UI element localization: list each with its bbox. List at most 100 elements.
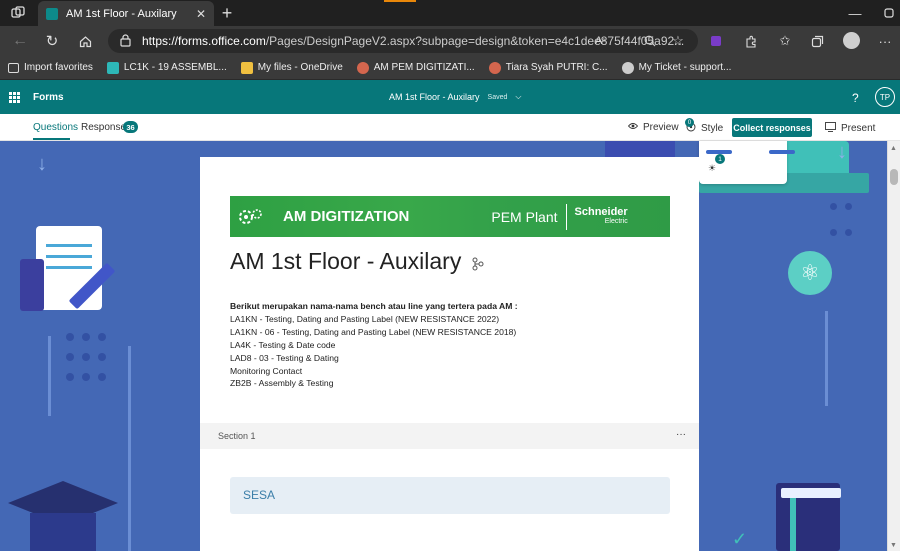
collect-responses-button[interactable]: Collect responses <box>732 118 812 137</box>
decor-dots <box>830 203 858 247</box>
workspaces-icon[interactable] <box>9 5 27 21</box>
window-accent <box>384 0 416 2</box>
tab-questions[interactable]: Questions <box>33 122 78 133</box>
favorite-item[interactable]: My files - OneDrive <box>240 61 343 74</box>
folder-icon <box>240 61 253 74</box>
monitor-icon <box>825 122 836 135</box>
document-shadow <box>20 259 44 311</box>
section-header[interactable]: Section 1 ··· <box>200 423 699 449</box>
browser-tab[interactable]: AM 1st Floor - Auxilary ✕ <box>38 1 214 26</box>
favorite-item[interactable]: AM PEM DIGITIZATI... <box>356 61 475 74</box>
chevron-decor-icon: ✓ <box>732 529 748 549</box>
lightbulb-icon[interactable]: ☀ <box>708 163 720 175</box>
favorite-item[interactable]: Import favorites <box>8 62 93 73</box>
favorites-bar: Import favorites LC1K - 19 ASSEMBL... My… <box>0 56 900 80</box>
eye-icon <box>627 122 639 133</box>
extensions-puzzle-icon[interactable] <box>742 32 760 50</box>
zoom-icon[interactable] <box>642 32 658 50</box>
banner-title: AM DIGITIZATION <box>283 208 410 225</box>
page-scrollbar[interactable]: ▲ ▼ <box>887 141 900 551</box>
decor-line <box>48 336 51 416</box>
app-launcher-icon[interactable] <box>9 92 20 103</box>
section-label: Section 1 <box>218 431 256 441</box>
decor-line <box>825 311 828 406</box>
browser-tab-bar: AM 1st Floor - Auxilary ✕ + — <box>0 0 900 26</box>
lock-icon <box>120 34 131 50</box>
present-button[interactable]: Present <box>825 122 875 135</box>
doc-title-group[interactable]: AM 1st Floor - Auxilary Saved ⌵ <box>389 92 521 102</box>
address-bar[interactable]: https://forms.office.com/Pages/DesignPag… <box>108 29 698 53</box>
favorite-label: LC1K - 19 ASSEMBL... <box>123 62 227 73</box>
favorite-label: My Ticket - support... <box>638 62 732 73</box>
forms-tab-icon <box>46 7 58 20</box>
question-title: SESA <box>243 488 276 502</box>
idea-badge: 1 <box>715 154 725 164</box>
home-icon[interactable] <box>76 32 94 50</box>
restore-icon[interactable] <box>880 4 898 22</box>
save-status: Saved <box>487 93 508 101</box>
url-host: https://forms.office.com <box>142 34 266 48</box>
extension-icon[interactable] <box>711 36 721 46</box>
url-path: /Pages/DesignPageV2.aspx?subpage=design&… <box>265 34 685 48</box>
form-description[interactable]: Berikut merupakan nama-nama bench atau l… <box>230 300 518 390</box>
address-row: ← ↻ https://forms.office.com/Pages/Desig… <box>0 26 900 56</box>
help-icon[interactable]: ? <box>852 91 859 105</box>
arrow-down-icon: ↓ <box>837 141 847 163</box>
side-toolbar: ☀ 1 <box>699 141 795 184</box>
app-name[interactable]: Forms <box>33 92 64 103</box>
doc-title: AM 1st Floor - Auxilary <box>389 92 480 102</box>
collections-icon[interactable] <box>808 32 826 50</box>
scrollbar-thumb[interactable] <box>890 169 898 185</box>
read-aloud-icon[interactable]: Aᵃ <box>592 32 608 50</box>
favorite-label: Import favorites <box>24 62 93 73</box>
form-title-text: AM 1st Floor - Auxilary <box>230 248 462 274</box>
import-icon <box>8 62 19 73</box>
favorite-label: AM PEM DIGITIZATI... <box>373 62 475 73</box>
tab-title: AM 1st Floor - Auxilary <box>66 7 177 20</box>
desc-intro: Berikut merupakan nama-nama bench atau l… <box>230 301 518 311</box>
chevron-down-icon: ⌵ <box>515 92 522 101</box>
more-menu-icon[interactable]: ··· <box>877 32 893 50</box>
tableau-icon <box>106 61 119 74</box>
desc-line: LAD8 - 03 - Testing & Dating <box>230 352 339 363</box>
favorite-item[interactable]: Tiara Syah PUTRI: C... <box>488 61 608 74</box>
refresh-icon[interactable]: ↻ <box>42 32 62 50</box>
active-tab-indicator <box>33 138 70 140</box>
favorite-item[interactable]: LC1K - 19 ASSEMBL... <box>106 61 227 74</box>
decor-shape <box>605 141 675 157</box>
style-label: Style <box>701 123 724 134</box>
question-card[interactable]: SESA <box>230 477 670 514</box>
form-banner: AM DIGITIZATION PEM Plant Schneider Elec… <box>230 196 670 237</box>
favorite-label: My files - OneDrive <box>257 62 343 73</box>
support-icon <box>621 61 634 74</box>
responses-count-badge: 36 <box>123 121 138 133</box>
document-illustration <box>36 226 102 310</box>
avatar[interactable]: TP <box>875 87 895 107</box>
bookmark-icon <box>790 498 796 551</box>
desc-line: LA4K - Testing & Date code <box>230 339 336 350</box>
app-icon <box>488 61 501 74</box>
present-label: Present <box>841 123 876 134</box>
preview-label: Preview <box>643 122 679 133</box>
profile-avatar-icon[interactable] <box>843 32 860 49</box>
scroll-up-icon[interactable]: ▲ <box>890 145 897 152</box>
desc-line: ZB2B - Assembly & Testing <box>230 378 334 389</box>
new-tab-icon[interactable]: + <box>218 3 236 23</box>
banner-plant: PEM Plant <box>491 208 558 225</box>
form-title[interactable]: AM 1st Floor - Auxilary <box>230 248 484 277</box>
favorites-list-icon[interactable]: ✩ <box>776 32 794 50</box>
desc-line: LA1KN - 06 - Testing, Dating and Pasting… <box>230 326 517 337</box>
preview-button[interactable]: Preview <box>627 122 679 133</box>
style-badge: 0 <box>685 118 694 127</box>
more-options-icon[interactable]: ··· <box>676 429 686 440</box>
branching-icon[interactable] <box>472 250 484 277</box>
command-bar: Questions Responses 36 Preview Style 0 C… <box>0 114 900 141</box>
minimize-icon[interactable]: — <box>846 4 864 22</box>
back-icon[interactable]: ← <box>10 32 30 50</box>
favorite-star-icon[interactable]: ☆ <box>670 32 686 50</box>
close-icon[interactable]: ✕ <box>196 7 206 21</box>
favorite-item[interactable]: My Ticket - support... <box>621 61 732 74</box>
scroll-down-icon[interactable]: ▼ <box>890 542 897 549</box>
arrow-down-icon: ↓ <box>37 153 47 175</box>
logo-brand: Schneider <box>574 205 628 218</box>
